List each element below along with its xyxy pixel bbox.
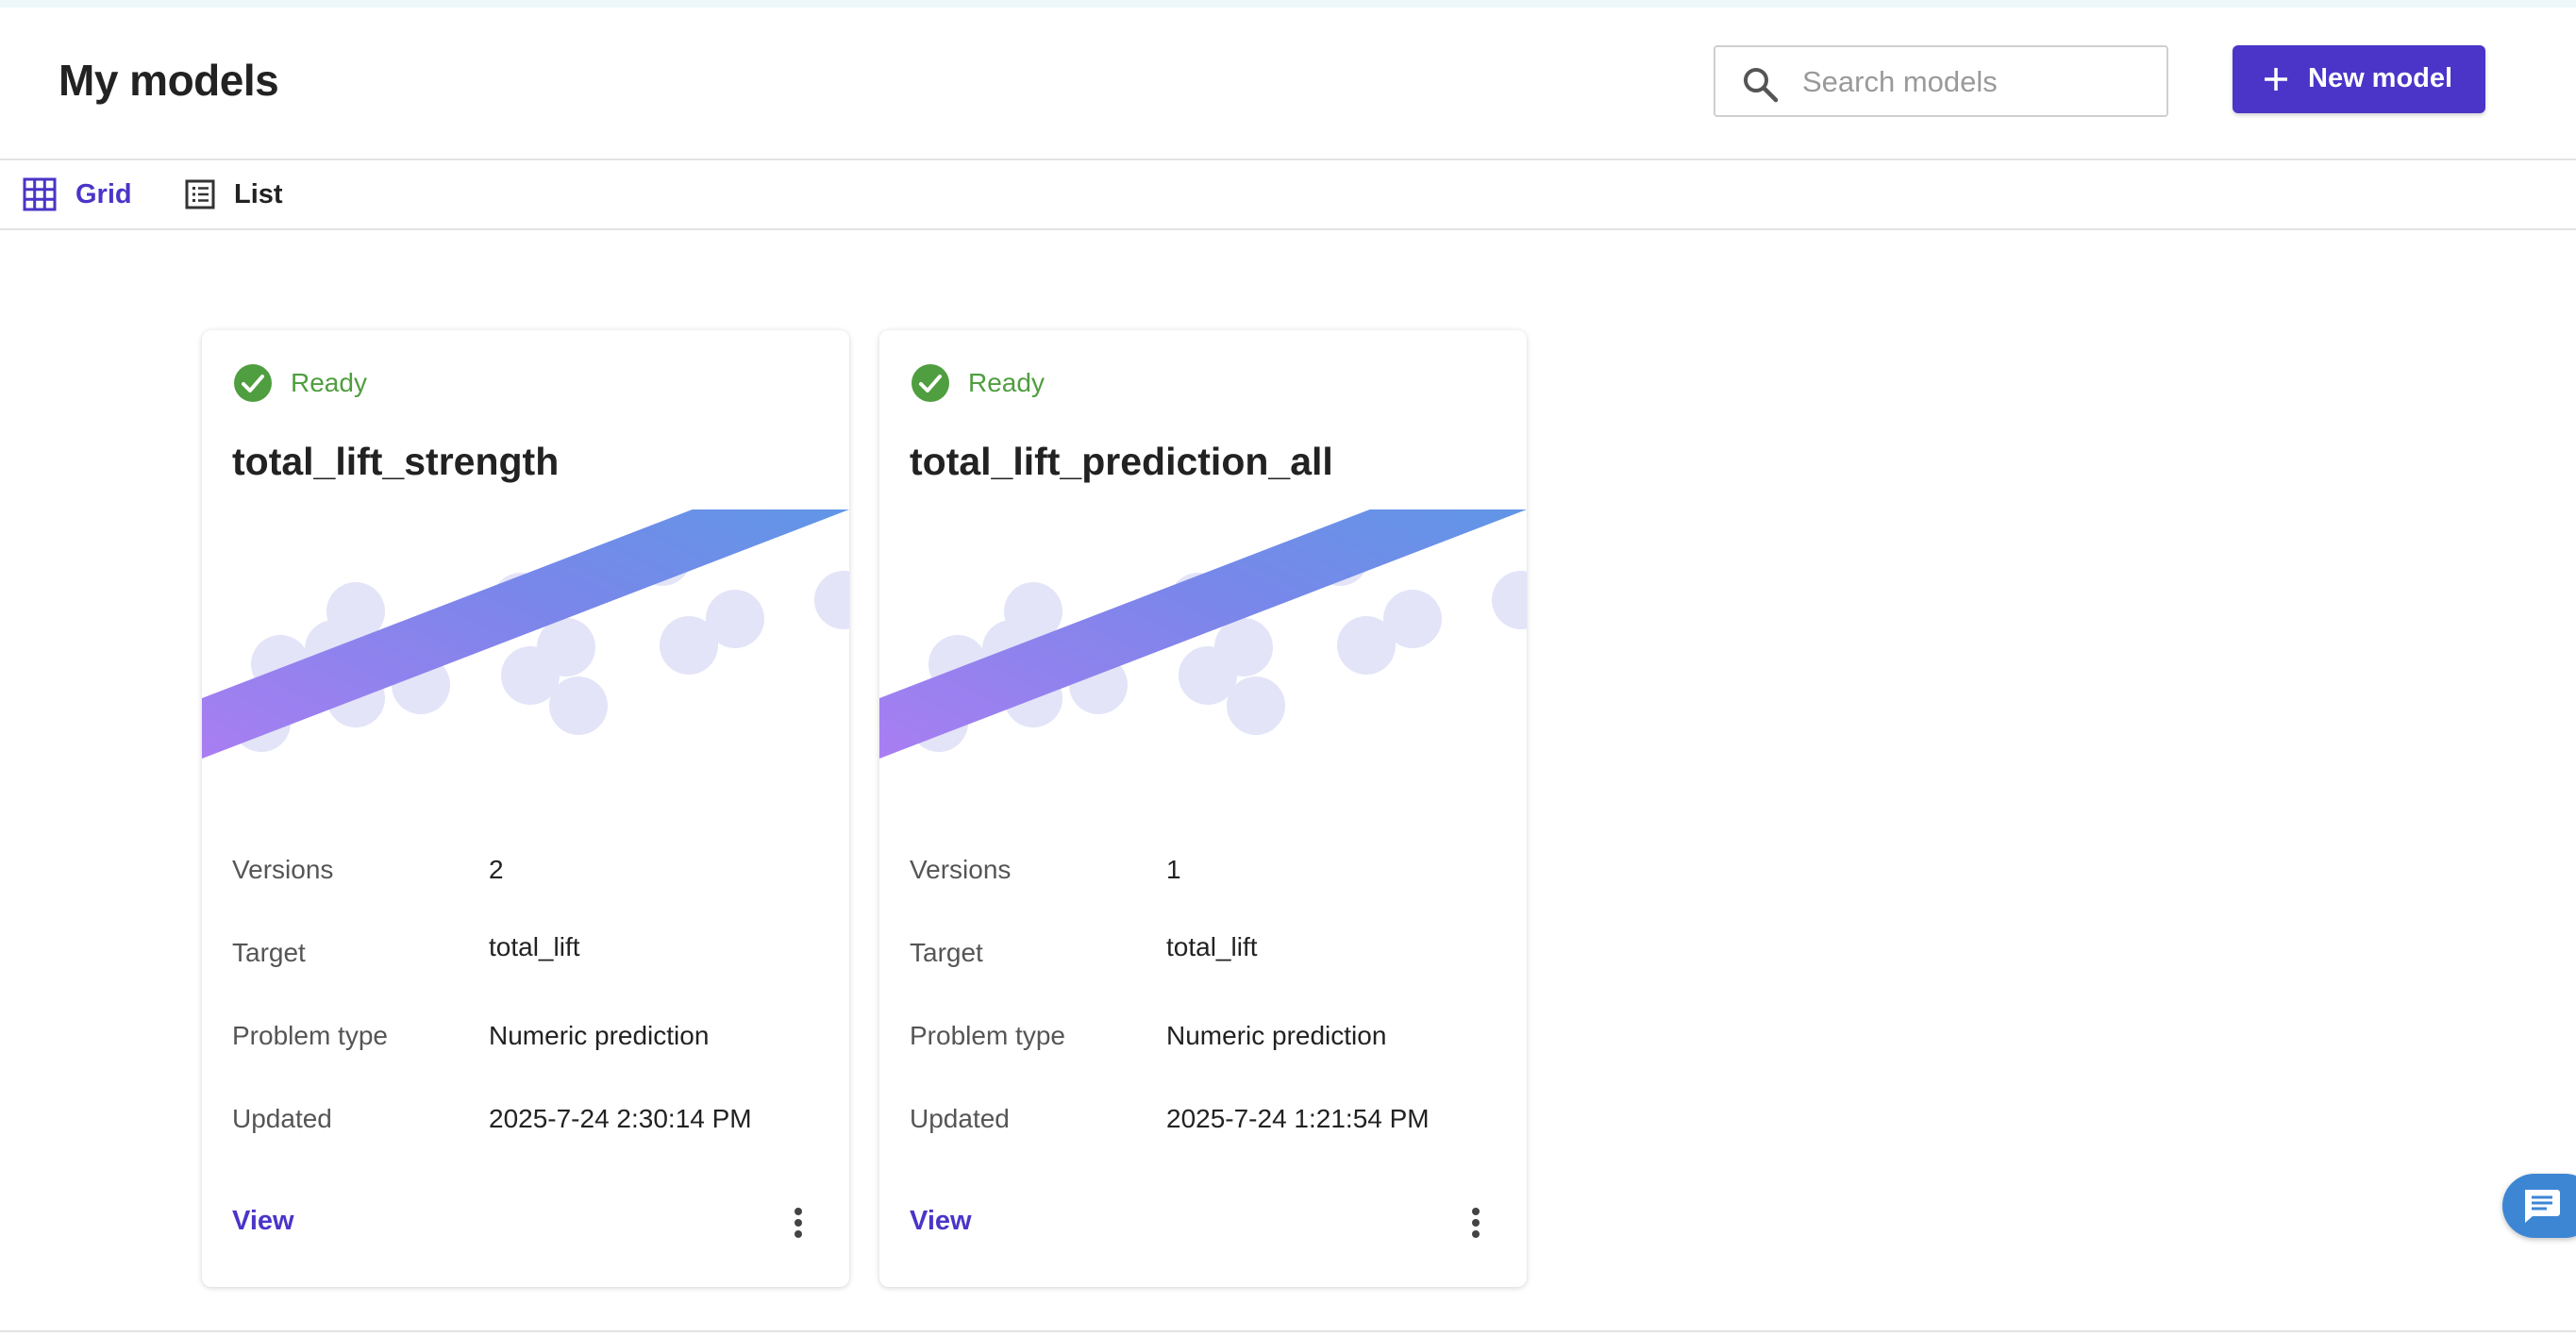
view-link[interactable]: View bbox=[910, 1206, 972, 1237]
tab-list-label: List bbox=[234, 178, 283, 209]
model-card: Ready total_lift_strength Versions 2 Tar… bbox=[202, 330, 849, 1287]
chat-button[interactable] bbox=[2502, 1174, 2576, 1238]
view-link[interactable]: View bbox=[232, 1206, 294, 1237]
page-header: My models New model bbox=[0, 8, 2576, 160]
more-vert-icon[interactable] bbox=[787, 1204, 810, 1242]
problem-type-value: Numeric prediction bbox=[489, 1021, 710, 1050]
status-text: Ready bbox=[968, 368, 1045, 397]
status-text: Ready bbox=[291, 368, 367, 397]
plus-icon bbox=[2265, 68, 2287, 91]
list-icon bbox=[185, 179, 215, 209]
versions-label: Versions bbox=[232, 855, 334, 884]
target-value: total_lift bbox=[489, 932, 580, 961]
model-name: total_lift_strength bbox=[232, 440, 560, 483]
new-model-label: New model bbox=[2308, 63, 2453, 93]
grid-icon bbox=[23, 177, 57, 211]
search-box[interactable] bbox=[1714, 45, 2168, 117]
updated-label: Updated bbox=[910, 1104, 1010, 1133]
search-input[interactable] bbox=[1800, 47, 2153, 117]
chat-icon bbox=[2525, 1190, 2560, 1223]
check-circle-icon bbox=[912, 364, 949, 402]
tab-list[interactable]: List bbox=[185, 160, 283, 228]
new-model-button[interactable]: New model bbox=[2233, 45, 2485, 113]
updated-value: 2025-7-24 1:21:54 PM bbox=[1166, 1104, 1430, 1133]
versions-value: 2 bbox=[489, 855, 504, 884]
versions-value: 1 bbox=[1166, 855, 1181, 884]
status-badge: Ready bbox=[234, 364, 367, 402]
check-circle-icon bbox=[234, 364, 272, 402]
model-card: Ready total_lift_prediction_all Versions… bbox=[879, 330, 1527, 1287]
problem-type-value: Numeric prediction bbox=[1166, 1021, 1387, 1050]
status-badge: Ready bbox=[912, 364, 1045, 402]
search-icon bbox=[1744, 68, 1779, 103]
view-toggle: Grid List bbox=[0, 160, 2576, 230]
more-vert-icon[interactable] bbox=[1464, 1204, 1487, 1242]
page-title: My models bbox=[59, 56, 279, 105]
target-label: Target bbox=[910, 938, 983, 967]
target-value: total_lift bbox=[1166, 932, 1258, 961]
regression-illustration bbox=[879, 509, 1527, 759]
target-label: Target bbox=[232, 938, 306, 967]
updated-label: Updated bbox=[232, 1104, 332, 1133]
versions-label: Versions bbox=[910, 855, 1012, 884]
updated-value: 2025-7-24 2:30:14 PM bbox=[489, 1104, 752, 1133]
tab-grid-label: Grid bbox=[75, 178, 132, 209]
top-strip bbox=[0, 0, 2576, 8]
tab-grid[interactable]: Grid bbox=[23, 160, 132, 228]
regression-illustration bbox=[202, 509, 849, 759]
problem-type-label: Problem type bbox=[910, 1021, 1065, 1050]
bottom-divider bbox=[0, 1330, 2576, 1332]
model-name: total_lift_prediction_all bbox=[910, 440, 1333, 483]
problem-type-label: Problem type bbox=[232, 1021, 388, 1050]
